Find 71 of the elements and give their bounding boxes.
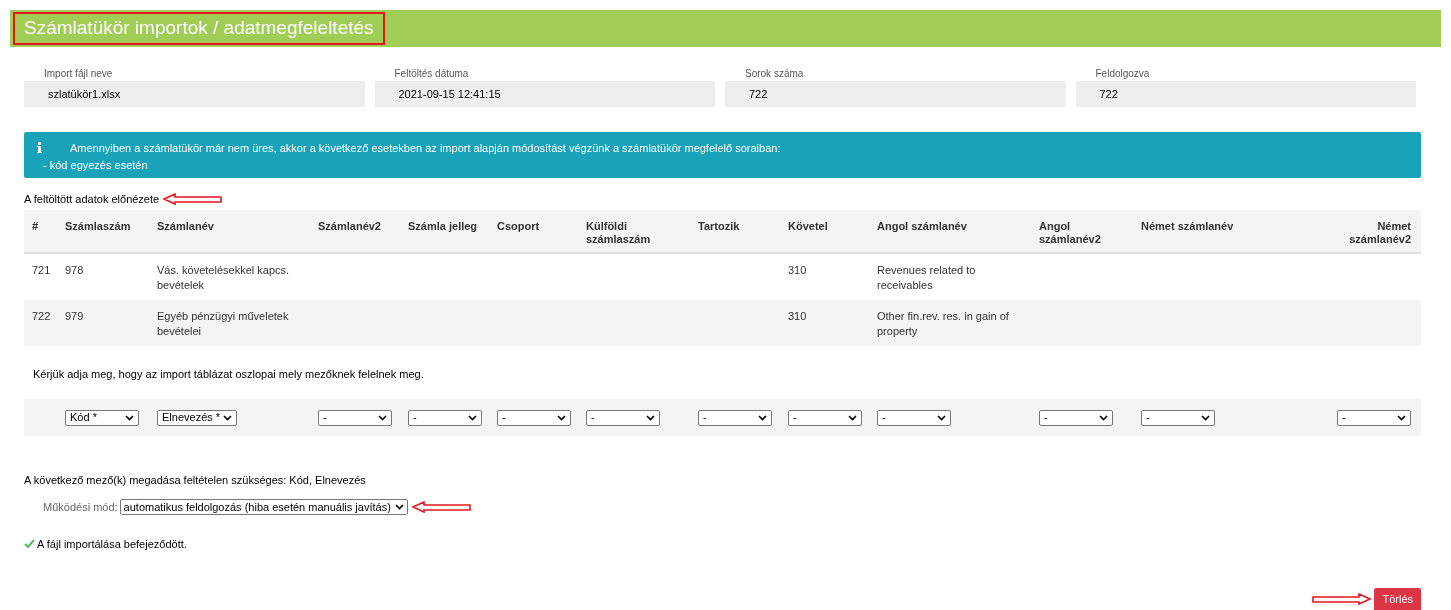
column-header: Csoport <box>496 219 541 234</box>
annotation-arrow <box>1312 593 1373 605</box>
column-header: # <box>31 219 40 234</box>
chevron-down-icon <box>468 414 477 421</box>
table-cell-text: Vás. követelésekkel kapcs. bevételek <box>156 263 291 293</box>
info-text: Amennyiben a számlatükör már nem üres, akkor a következő esetekben az import alapján módosítást végzünk a számlatükör megfelelő soraiban: <box>70 141 781 156</box>
annotation-arrow <box>411 501 472 514</box>
chevron-down-icon <box>758 414 767 421</box>
field-label: Feldolgozva <box>1095 67 1151 80</box>
table-cell-text: Other fin.rev. res. in gain of property <box>876 309 1010 339</box>
readonly-field: 2021-09-15 12:41:15 <box>374 81 715 107</box>
table-cell-text: 310 <box>787 309 808 324</box>
column-header: Számla jelleg <box>407 219 479 234</box>
column-header: Angol számlanév2 <box>1038 219 1102 247</box>
column-select[interactable]: Elnevezés * <box>157 409 238 426</box>
instruction-text: Kérjük adja meg, hogy az import táblázat oszlopai mely mezőknek felelnek meg. <box>33 367 425 380</box>
column-header: Számlanév <box>156 219 215 234</box>
column-header: Német számlanév2 <box>1348 219 1412 247</box>
chevron-down-icon <box>378 414 387 421</box>
chevron-down-icon <box>223 414 233 421</box>
chevron-down-icon <box>1397 414 1406 421</box>
column-header: Német számlanév <box>1140 219 1235 234</box>
chevron-down-icon <box>646 414 655 421</box>
field-label: Sorok száma <box>745 67 805 80</box>
column-select[interactable]: - <box>1141 409 1215 426</box>
check-icon <box>24 539 35 549</box>
chevron-down-icon <box>394 504 404 511</box>
column-select[interactable]: - <box>408 409 482 426</box>
table-cell-text: Egyéb pénzügyi műveletek bevételei <box>156 309 290 339</box>
chevron-down-icon <box>125 414 134 421</box>
table-cell-text: Revenues related to receivables <box>876 263 977 293</box>
chevron-down-icon <box>1201 414 1210 421</box>
table-cell-text: 310 <box>787 263 808 278</box>
field-label: Import fájl neve <box>44 67 114 80</box>
column-select[interactable]: - <box>788 409 862 426</box>
annotation-arrow <box>163 193 224 205</box>
column-header: Követel <box>787 219 829 234</box>
readonly-field: 722 <box>725 81 1066 107</box>
mode-select[interactable]: automatikus feldolgozás (hiba esetén manuális javítás) <box>119 499 408 516</box>
table-cell-text: 979 <box>64 309 85 324</box>
table-cell-text: 721 <box>31 263 52 278</box>
chevron-down-icon <box>1099 414 1108 421</box>
column-select[interactable]: - <box>1337 409 1411 426</box>
table-cell-text: 978 <box>64 263 85 278</box>
column-header: Angol számlanév <box>876 219 968 234</box>
column-select[interactable]: - <box>586 409 660 426</box>
info-icon <box>37 142 42 153</box>
field-label: Feltöltés dátuma <box>394 67 470 80</box>
column-select[interactable]: - <box>698 409 772 426</box>
table-cell-text: 722 <box>31 309 52 324</box>
mode-label: Működési mód: <box>43 500 118 515</box>
column-select[interactable]: Kód * <box>65 409 139 426</box>
column-select[interactable]: - <box>318 409 392 426</box>
column-header: Számlaszám <box>64 219 132 234</box>
column-header: Számlanév2 <box>317 219 382 234</box>
status-message: A fájl importálása befejeződött. <box>37 536 187 552</box>
column-select[interactable]: - <box>1039 409 1113 426</box>
delete-button[interactable]: Törlés <box>1374 588 1421 610</box>
page-title: Számlatükör importok / adatmegfeleltetés <box>13 12 385 45</box>
chevron-down-icon <box>937 414 946 421</box>
column-header: Külföldi számlaszám <box>585 219 652 247</box>
readonly-field: 722 <box>1075 81 1416 107</box>
required-note: A következő mező(k) megadása feltételen szükséges: Kód, Elnevezés <box>24 473 367 486</box>
column-header: Tartozik <box>697 219 741 234</box>
column-select[interactable]: - <box>877 409 951 426</box>
readonly-field: szlatükör1.xlsx <box>24 81 365 107</box>
section-label: A feltöltött adatok előnézete <box>24 191 160 207</box>
chevron-down-icon <box>848 414 857 421</box>
column-select[interactable]: - <box>497 409 571 426</box>
chevron-down-icon <box>557 414 566 421</box>
info-text: - kód egyezés esetén <box>43 157 149 173</box>
